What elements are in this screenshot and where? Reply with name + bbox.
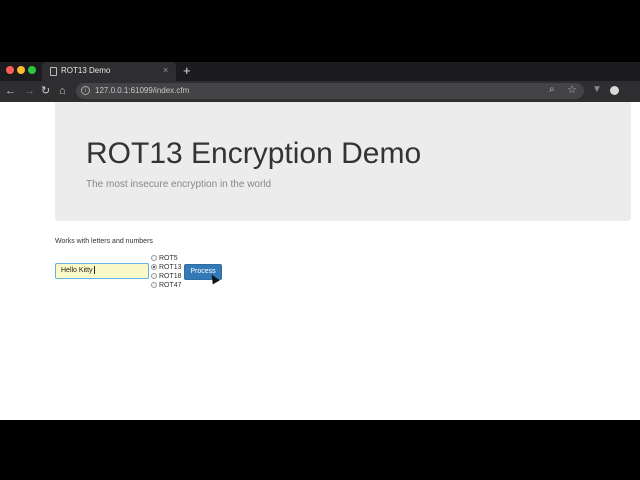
profile-icon[interactable] (610, 86, 619, 95)
radio-button[interactable] (151, 273, 157, 279)
page-viewport: ROT13 Encryption Demo The most insecure … (0, 102, 640, 420)
screen: ROT13 Demo × + ← → ↻ ⌂ i 127.0.0.1:61099… (0, 0, 640, 480)
url-text: 127.0.0.1:61099/index.cfm (95, 86, 190, 95)
forward-icon[interactable]: → (24, 83, 35, 99)
minimize-window-icon[interactable] (17, 66, 25, 74)
input-value: Hello Kitty (61, 267, 93, 274)
tab-close-icon[interactable]: × (163, 65, 168, 75)
info-icon[interactable]: i (81, 86, 90, 95)
radio-button[interactable] (151, 255, 157, 261)
maximize-window-icon[interactable] (28, 66, 36, 74)
radio-label: ROT13 (159, 264, 182, 271)
browser-tab[interactable]: ROT13 Demo × (42, 62, 176, 81)
extension-icon[interactable]: ▼ (592, 84, 602, 95)
radio-button[interactable] (151, 264, 157, 270)
zoom-icon[interactable]: ⌕ (549, 84, 555, 95)
page-subtitle: The most insecure encryption in the worl… (86, 179, 272, 190)
hint-text: Works with letters and numbers (55, 238, 153, 245)
home-icon[interactable]: ⌂ (59, 83, 66, 99)
jumbotron: ROT13 Encryption Demo The most insecure … (55, 102, 631, 221)
tab-title: ROT13 Demo (61, 66, 111, 75)
text-input[interactable]: Hello Kitty (55, 263, 149, 279)
text-caret (93, 266, 95, 275)
address-bar[interactable]: i 127.0.0.1:61099/index.cfm ⌕ ☆ (76, 83, 584, 99)
page-icon (50, 67, 57, 76)
close-window-icon[interactable] (6, 66, 14, 74)
page-title: ROT13 Encryption Demo (86, 137, 422, 170)
bookmark-star-icon[interactable]: ☆ (567, 83, 577, 96)
radio-button[interactable] (151, 282, 157, 288)
reload-icon[interactable]: ↻ (41, 83, 50, 99)
back-icon[interactable]: ← (5, 83, 16, 99)
new-tab-icon[interactable]: + (183, 63, 191, 79)
radio-label: ROT47 (159, 282, 182, 289)
radio-label: ROT18 (159, 273, 182, 280)
radio-label: ROT5 (159, 255, 178, 262)
